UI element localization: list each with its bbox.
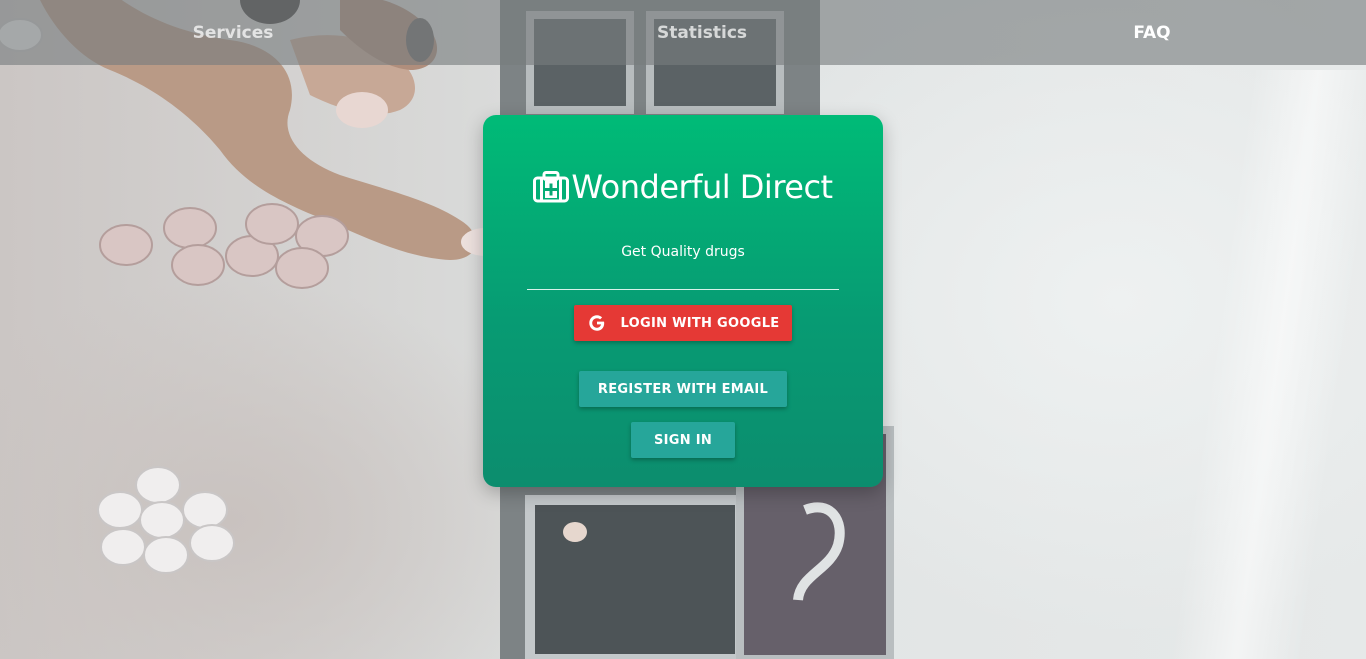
landing-page: Services Statistics FAQ Wonderful Direct…	[0, 0, 1366, 659]
nav-item-faq[interactable]: FAQ	[1110, 0, 1194, 65]
login-with-google-button[interactable]: LOGIN WITH GOOGLE	[574, 305, 792, 341]
top-navigation: Services Statistics FAQ	[0, 0, 1366, 65]
brand-name: Wonderful Direct	[571, 168, 833, 206]
brand-header: Wonderful Direct	[483, 165, 883, 209]
login-card: Wonderful Direct Get Quality drugs LOGIN…	[483, 115, 883, 487]
register-with-email-button[interactable]: REGISTER WITH EMAIL	[579, 371, 787, 407]
divider	[527, 289, 839, 290]
sign-in-button[interactable]: SIGN IN	[631, 422, 735, 458]
medical-kit-icon	[533, 171, 570, 203]
google-g-icon	[588, 315, 604, 331]
login-with-google-label: LOGIN WITH GOOGLE	[620, 315, 780, 331]
nav-item-services[interactable]: Services	[183, 0, 283, 65]
nav-item-statistics[interactable]: Statistics	[652, 0, 752, 65]
tagline: Get Quality drugs	[621, 244, 745, 260]
